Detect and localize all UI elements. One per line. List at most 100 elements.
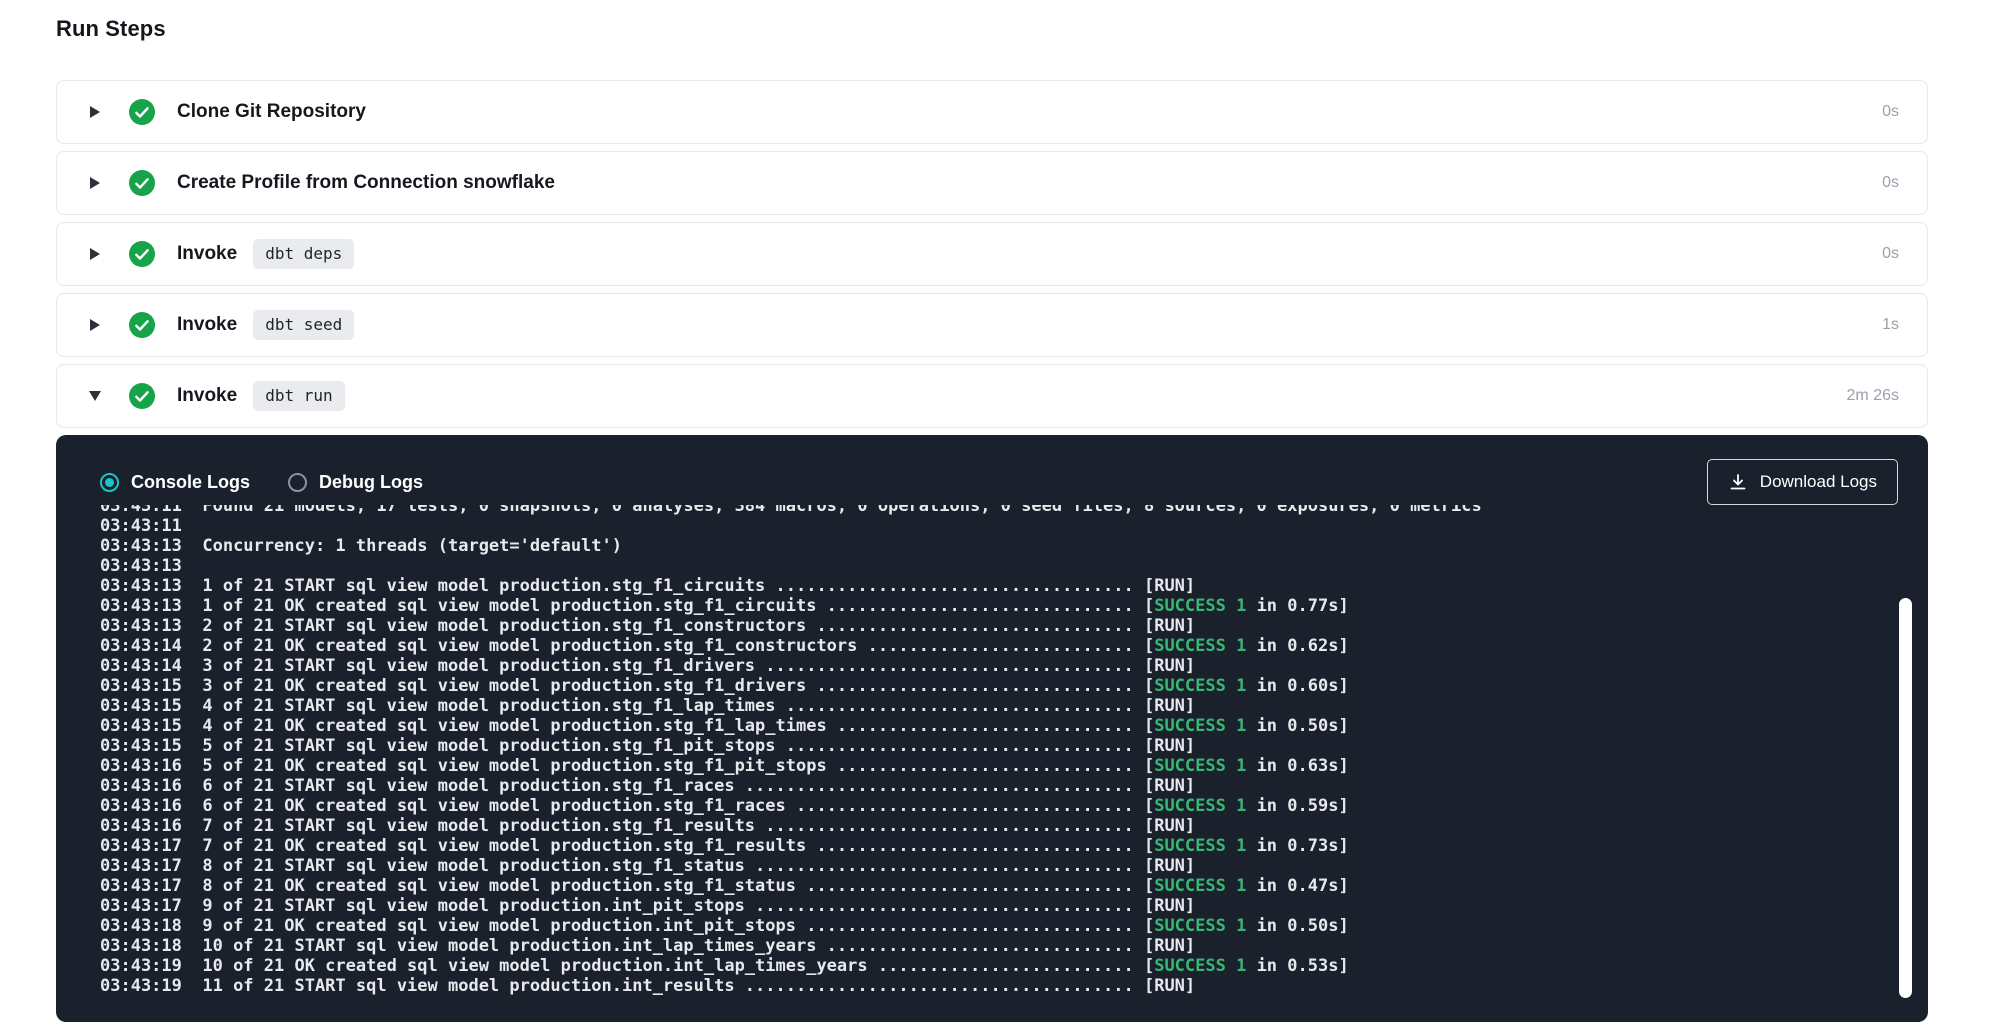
step-row-1[interactable]: Clone Git Repository 0s bbox=[56, 80, 1928, 144]
step-row-5[interactable]: Invoke dbt run 2m 26s bbox=[56, 364, 1928, 428]
chevron-right-icon[interactable] bbox=[87, 106, 103, 118]
log-timestamp: 03:43:15 bbox=[100, 696, 182, 716]
chevron-right-icon[interactable] bbox=[87, 177, 103, 189]
step-label: Invoke bbox=[177, 385, 237, 407]
log-tab-label: Console Logs bbox=[131, 472, 250, 493]
log-timestamp: 03:43:11 bbox=[100, 516, 182, 536]
log-success-badge: SUCCESS 1 bbox=[1154, 756, 1246, 776]
log-success-badge: SUCCESS 1 bbox=[1154, 636, 1246, 656]
console-header: Console Logs Debug Logs Download Logs bbox=[56, 435, 1928, 505]
step-label: Clone Git Repository bbox=[177, 101, 366, 123]
step-label: Invoke bbox=[177, 243, 237, 265]
log-success-badge: SUCCESS 1 bbox=[1154, 836, 1246, 856]
step-duration: 0s bbox=[1882, 103, 1899, 121]
log-line: 03:43:19 10 of 21 OK created sql view mo… bbox=[100, 956, 1928, 976]
success-check-icon bbox=[129, 99, 155, 125]
log-line: 03:43:14 3 of 21 START sql view model pr… bbox=[100, 656, 1928, 676]
log-timestamp: 03:43:17 bbox=[100, 896, 182, 916]
log-timestamp: 03:43:17 bbox=[100, 876, 182, 896]
log-timestamp: 03:43:16 bbox=[100, 796, 182, 816]
log-line: 03:43:13 1 of 21 OK created sql view mod… bbox=[100, 596, 1928, 616]
console-log-area[interactable]: 03:43:11 Found 21 models, 17 tests, 0 sn… bbox=[56, 505, 1928, 1010]
log-line: 03:43:15 5 of 21 START sql view model pr… bbox=[100, 736, 1928, 756]
step-duration: 1s bbox=[1882, 316, 1899, 334]
log-success-badge: SUCCESS 1 bbox=[1154, 796, 1246, 816]
download-icon bbox=[1728, 472, 1748, 492]
log-timestamp: 03:43:13 bbox=[100, 556, 182, 576]
console-log-lines: 03:43:11 Found 21 models, 17 tests, 0 sn… bbox=[100, 505, 1928, 996]
step-duration: 0s bbox=[1882, 174, 1899, 192]
log-success-badge: SUCCESS 1 bbox=[1154, 716, 1246, 736]
success-check-icon bbox=[129, 312, 155, 338]
log-timestamp: 03:43:13 bbox=[100, 616, 182, 636]
log-line: 03:43:16 6 of 21 START sql view model pr… bbox=[100, 776, 1928, 796]
log-timestamp: 03:43:19 bbox=[100, 976, 182, 996]
log-line: 03:43:15 4 of 21 START sql view model pr… bbox=[100, 696, 1928, 716]
log-line: 03:43:17 9 of 21 START sql view model pr… bbox=[100, 896, 1928, 916]
log-tab-label: Debug Logs bbox=[319, 472, 423, 493]
log-timestamp: 03:43:13 bbox=[100, 536, 182, 556]
success-check-icon bbox=[129, 383, 155, 409]
step-row-2[interactable]: Create Profile from Connection snowflake… bbox=[56, 151, 1928, 215]
step-command-chip: dbt run bbox=[253, 381, 344, 411]
log-success-badge: SUCCESS 1 bbox=[1154, 676, 1246, 696]
log-timestamp: 03:43:17 bbox=[100, 856, 182, 876]
log-line: 03:43:16 5 of 21 OK created sql view mod… bbox=[100, 756, 1928, 776]
step-row-4[interactable]: Invokedbt seed1s bbox=[56, 293, 1928, 357]
success-check-icon bbox=[129, 241, 155, 267]
log-line: 03:43:13 bbox=[100, 556, 1928, 576]
step-command-chip: dbt seed bbox=[253, 310, 354, 340]
log-line: 03:43:15 4 of 21 OK created sql view mod… bbox=[100, 716, 1928, 736]
log-timestamp: 03:43:14 bbox=[100, 636, 182, 656]
log-timestamp: 03:43:15 bbox=[100, 736, 182, 756]
download-logs-label: Download Logs bbox=[1760, 472, 1877, 492]
log-tab-debug-logs[interactable]: Debug Logs bbox=[288, 472, 423, 493]
radio-unselected-icon[interactable] bbox=[288, 473, 307, 492]
radio-selected-icon[interactable] bbox=[100, 473, 119, 492]
log-line: 03:43:11 Found 21 models, 17 tests, 0 sn… bbox=[100, 505, 1928, 516]
step-label: Create Profile from Connection snowflake bbox=[177, 172, 555, 194]
log-timestamp: 03:43:16 bbox=[100, 756, 182, 776]
chevron-right-icon[interactable] bbox=[87, 248, 103, 260]
log-line: 03:43:17 8 of 21 OK created sql view mod… bbox=[100, 876, 1928, 896]
console-panel: Console Logs Debug Logs Download Logs 03:… bbox=[56, 435, 1928, 1022]
step-row-3[interactable]: Invokedbt deps0s bbox=[56, 222, 1928, 286]
log-line: 03:43:15 3 of 21 OK created sql view mod… bbox=[100, 676, 1928, 696]
log-line: 03:43:17 8 of 21 START sql view model pr… bbox=[100, 856, 1928, 876]
log-timestamp: 03:43:18 bbox=[100, 916, 182, 936]
run-steps-page: Run Steps Clone Git Repository0sCreate P… bbox=[0, 0, 2000, 1029]
log-line: 03:43:11 bbox=[100, 516, 1928, 536]
log-timestamp: 03:43:13 bbox=[100, 576, 182, 596]
step-duration: 0s bbox=[1882, 245, 1899, 263]
log-timestamp: 03:43:18 bbox=[100, 936, 182, 956]
log-timestamp: 03:43:13 bbox=[100, 596, 182, 616]
console-scrollbar-thumb[interactable] bbox=[1899, 598, 1912, 998]
log-line: 03:43:18 10 of 21 START sql view model p… bbox=[100, 936, 1928, 956]
log-line: 03:43:16 7 of 21 START sql view model pr… bbox=[100, 816, 1928, 836]
log-line: 03:43:13 Concurrency: 1 threads (target=… bbox=[100, 536, 1928, 556]
chevron-down-icon[interactable] bbox=[87, 391, 103, 401]
page-title: Run Steps bbox=[56, 16, 166, 42]
log-line: 03:43:16 6 of 21 OK created sql view mod… bbox=[100, 796, 1928, 816]
log-timestamp: 03:43:16 bbox=[100, 816, 182, 836]
log-timestamp: 03:43:15 bbox=[100, 716, 182, 736]
log-timestamp: 03:43:17 bbox=[100, 836, 182, 856]
log-line: 03:43:13 2 of 21 START sql view model pr… bbox=[100, 616, 1928, 636]
log-line: 03:43:17 7 of 21 OK created sql view mod… bbox=[100, 836, 1928, 856]
log-timestamp: 03:43:15 bbox=[100, 676, 182, 696]
log-success-badge: SUCCESS 1 bbox=[1154, 956, 1246, 976]
log-line: 03:43:14 2 of 21 OK created sql view mod… bbox=[100, 636, 1928, 656]
step-duration: 2m 26s bbox=[1847, 387, 1899, 405]
log-line: 03:43:19 11 of 21 START sql view model p… bbox=[100, 976, 1928, 996]
log-timestamp: 03:43:16 bbox=[100, 776, 182, 796]
log-success-badge: SUCCESS 1 bbox=[1154, 876, 1246, 896]
log-timestamp: 03:43:19 bbox=[100, 956, 182, 976]
log-tab-console-logs[interactable]: Console Logs bbox=[100, 472, 250, 493]
log-type-radio-group: Console Logs Debug Logs bbox=[100, 472, 423, 493]
chevron-right-icon[interactable] bbox=[87, 319, 103, 331]
log-success-badge: SUCCESS 1 bbox=[1154, 916, 1246, 936]
log-line: 03:43:13 1 of 21 START sql view model pr… bbox=[100, 576, 1928, 596]
download-logs-button[interactable]: Download Logs bbox=[1707, 459, 1898, 505]
log-timestamp: 03:43:14 bbox=[100, 656, 182, 676]
log-timestamp: 03:43:11 bbox=[100, 505, 182, 516]
